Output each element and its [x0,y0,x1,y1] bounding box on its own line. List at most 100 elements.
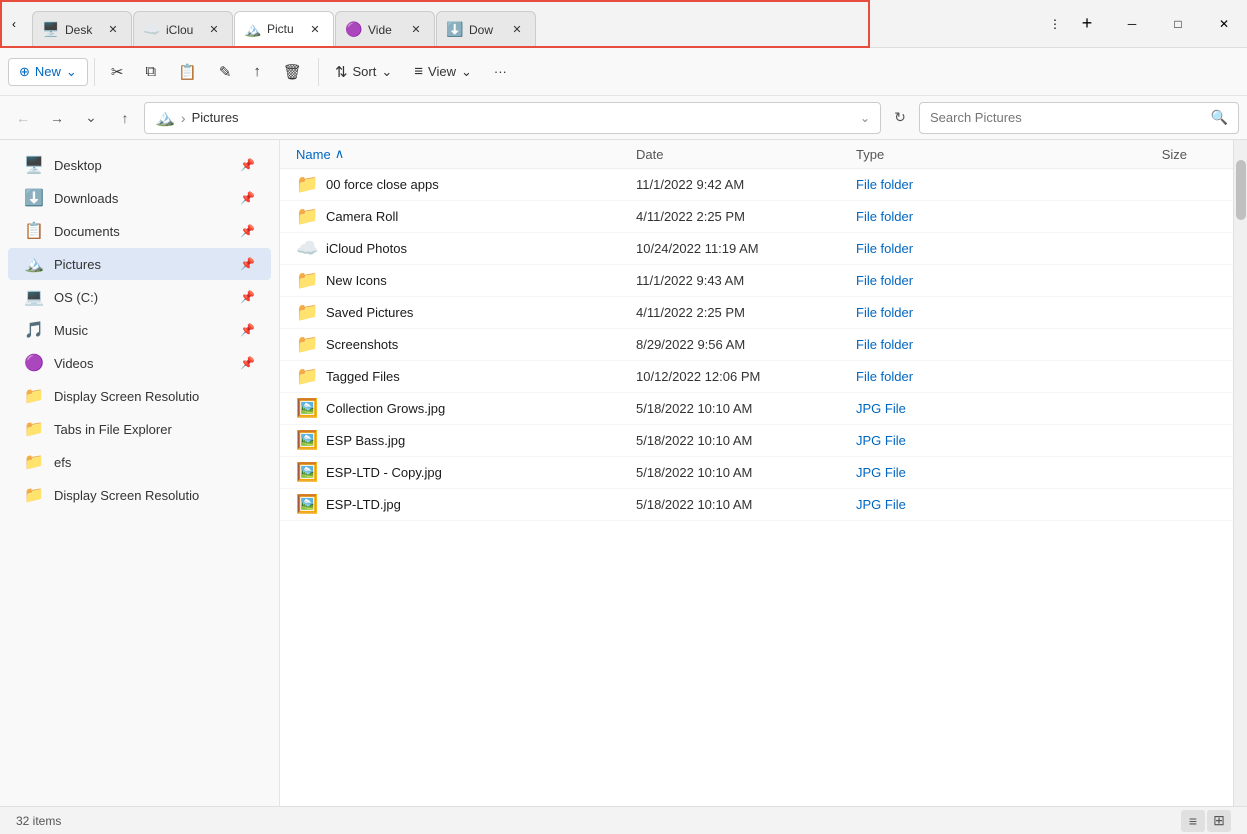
table-row[interactable]: 📁 00 force close apps 11/1/2022 9:42 AM … [280,169,1233,201]
sidebar-item-downloads[interactable]: ⬇️ Downloads 📌 [8,182,271,214]
sidebar-label-display1: Display Screen Resolutio [54,389,255,404]
file-date-3: 11/1/2022 9:43 AM [636,273,856,288]
column-name-label: Name [296,147,331,162]
cut-button[interactable]: ✂ [101,58,134,86]
file-icon-2: ☁️ [296,238,318,259]
rename-icon: ✎ [219,63,232,81]
file-label-8: ESP Bass.jpg [326,433,405,448]
more-icon: ··· [494,64,507,79]
column-header-name[interactable]: Name ∧ [296,146,636,162]
table-row[interactable]: 🖼️ ESP-LTD.jpg 5/18/2022 10:10 AM JPG Fi… [280,489,1233,521]
sidebar-item-music[interactable]: 🎵 Music 📌 [8,314,271,346]
table-row[interactable]: 📁 Camera Roll 4/11/2022 2:25 PM File fol… [280,201,1233,233]
tab-close-desktop[interactable]: ✕ [105,22,121,38]
sidebar-item-osc[interactable]: 💻 OS (C:) 📌 [8,281,271,313]
table-row[interactable]: 📁 Screenshots 8/29/2022 9:56 AM File fol… [280,329,1233,361]
sidebar-icon-pictures: 🏔️ [24,254,44,274]
rename-button[interactable]: ✎ [209,58,242,86]
scrollbar-track[interactable] [1233,140,1247,806]
column-header-type[interactable]: Type [856,147,1036,162]
scrollbar-thumb[interactable] [1236,160,1246,220]
file-date-10: 5/18/2022 10:10 AM [636,497,856,512]
up-button[interactable]: ↑ [110,103,140,133]
sort-icon: ⇅ [335,63,348,81]
view-button[interactable]: ≡ View ⌄ [404,58,482,85]
dropdown-button[interactable]: ⌄ [76,103,106,133]
tab-icloud[interactable]: ☁️ iClou ✕ [133,11,233,47]
tab-overflow-button[interactable]: ⋮ [1041,10,1069,38]
tab-icon-icloud: ☁️ [144,22,160,38]
tab-close-icloud[interactable]: ✕ [206,22,222,38]
delete-button[interactable]: 🗑 [273,58,312,86]
sidebar-item-videos[interactable]: 🟣 Videos 📌 [8,347,271,379]
tab-pictures[interactable]: 🏔️ Pictu ✕ [234,11,334,47]
close-button[interactable]: ✕ [1201,0,1247,48]
maximize-button[interactable]: □ [1155,0,1201,48]
minimize-button[interactable]: ─ [1109,0,1155,48]
breadcrumb-separator: › [181,110,186,126]
file-icon-3: 📁 [296,270,318,291]
sidebar-icon-display1: 📁 [24,386,44,406]
tab-videos[interactable]: 🟣 Vide ✕ [335,11,435,47]
search-box[interactable]: 🔍 [919,102,1239,134]
file-type-5: File folder [856,337,1036,352]
file-name-10: 🖼️ ESP-LTD.jpg [296,494,636,515]
file-name-4: 📁 Saved Pictures [296,302,636,323]
tab-close-videos[interactable]: ✕ [408,22,424,38]
file-date-9: 5/18/2022 10:10 AM [636,465,856,480]
file-type-3: File folder [856,273,1036,288]
sidebar-item-documents[interactable]: 📋 Documents 📌 [8,215,271,247]
copy-button[interactable]: ⧉ [135,58,166,85]
file-name-0: 📁 00 force close apps [296,174,636,195]
sidebar-item-pictures[interactable]: 🏔️ Pictures 📌 [8,248,271,280]
more-options-button[interactable]: ··· [484,59,517,84]
column-header-size[interactable]: Size [1036,147,1217,162]
file-icon-9: 🖼️ [296,462,318,483]
column-header-date[interactable]: Date [636,147,856,162]
sidebar-item-display2[interactable]: 📁 Display Screen Resolutio [8,479,271,511]
toolbar: ⊕ New ⌄ ✂ ⧉ 📋 ✎ ↑ 🗑 ⇅ Sort ⌄ ≡ View ⌄ ··… [0,48,1247,96]
paste-button[interactable]: 📋 [168,58,207,86]
file-label-2: iCloud Photos [326,241,407,256]
file-label-3: New Icons [326,273,387,288]
sidebar-item-desktop[interactable]: 🖥️ Desktop 📌 [8,149,271,181]
back-button[interactable]: ← [8,103,38,133]
table-row[interactable]: 📁 New Icons 11/1/2022 9:43 AM File folde… [280,265,1233,297]
tab-label-icloud: iClou [166,23,200,37]
sidebar-item-tabs[interactable]: 📁 Tabs in File Explorer [8,413,271,445]
table-row[interactable]: 📁 Tagged Files 10/12/2022 12:06 PM File … [280,361,1233,393]
tab-close-pictures[interactable]: ✕ [307,21,323,37]
tab-prev-button[interactable]: ‹ [0,10,28,38]
sidebar-item-efs[interactable]: 📁 efs [8,446,271,478]
table-row[interactable]: 📁 Saved Pictures 4/11/2022 2:25 PM File … [280,297,1233,329]
title-bar: ‹ 🖥️ Desk ✕ ☁️ iClou ✕ 🏔️ Pictu ✕ 🟣 Vide… [0,0,1247,48]
table-row[interactable]: 🖼️ Collection Grows.jpg 5/18/2022 10:10 … [280,393,1233,425]
sidebar-item-display1[interactable]: 📁 Display Screen Resolutio [8,380,271,412]
sidebar-icon-downloads: ⬇️ [24,188,44,208]
sidebar-icon-documents: 📋 [24,221,44,241]
search-input[interactable] [930,110,1205,125]
sort-chevron-icon: ⌄ [381,64,392,80]
address-box[interactable]: 🏔️ › Pictures ⌄ [144,102,881,134]
file-date-0: 11/1/2022 9:42 AM [636,177,856,192]
sidebar-label-music: Music [54,323,230,338]
tab-desktop[interactable]: 🖥️ Desk ✕ [32,11,132,47]
table-row[interactable]: 🖼️ ESP Bass.jpg 5/18/2022 10:10 AM JPG F… [280,425,1233,457]
pin-icon-osc: 📌 [240,290,255,304]
refresh-button[interactable]: ↻ [885,103,915,133]
list-view-button[interactable]: ≡ [1181,810,1205,832]
table-row[interactable]: 🖼️ ESP-LTD - Copy.jpg 5/18/2022 10:10 AM… [280,457,1233,489]
tab-downloads[interactable]: ⬇️ Dow ✕ [436,11,536,47]
share-icon: ↑ [253,63,261,80]
grid-view-button[interactable]: ⊞ [1207,810,1231,832]
new-button[interactable]: ⊕ New ⌄ [8,58,88,86]
table-row[interactable]: ☁️ iCloud Photos 10/24/2022 11:19 AM Fil… [280,233,1233,265]
file-date-2: 10/24/2022 11:19 AM [636,241,856,256]
sort-button[interactable]: ⇅ Sort ⌄ [325,58,402,86]
forward-button[interactable]: → [42,103,72,133]
tab-close-downloads[interactable]: ✕ [509,22,525,38]
new-tab-button[interactable]: + [1073,10,1101,38]
new-button-label: New [35,64,61,79]
share-button[interactable]: ↑ [243,58,271,85]
file-date-5: 8/29/2022 9:56 AM [636,337,856,352]
